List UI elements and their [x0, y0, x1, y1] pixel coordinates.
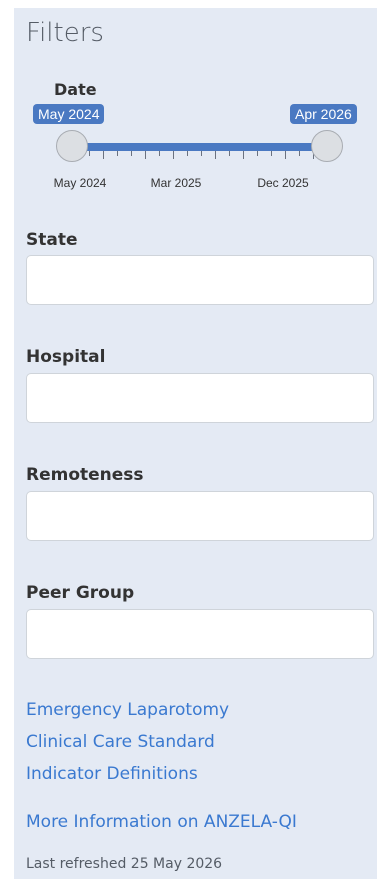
remoteness-label: Remoteness [26, 465, 144, 485]
anzela-qi-info-link[interactable]: More Information on ANZELA-QI [26, 812, 297, 832]
clinical-care-standard-link[interactable]: Clinical Care Standard [26, 732, 215, 752]
last-refreshed-text: Last refreshed 25 May 2026 [26, 856, 223, 872]
state-label: State [26, 230, 78, 250]
slider-tick [103, 151, 104, 159]
filters-title: Filters [26, 18, 104, 48]
slider-tick-label: Dec 2025 [257, 176, 309, 190]
slider-tick [117, 151, 118, 156]
slider-tick [187, 151, 188, 156]
slider-tick [229, 151, 230, 156]
slider-tick [243, 151, 244, 159]
date-start-handle[interactable] [56, 130, 88, 162]
slider-selected-range[interactable] [70, 143, 327, 151]
date-filter-label: Date [54, 80, 97, 99]
hospital-select[interactable] [26, 373, 374, 423]
emergency-laparotomy-link[interactable]: Emergency Laparotomy [26, 700, 229, 720]
slider-tick-label: May 2024 [53, 176, 107, 190]
indicator-definitions-link[interactable]: Indicator Definitions [26, 764, 198, 784]
slider-tick [173, 151, 174, 159]
slider-tick [131, 151, 132, 156]
state-select[interactable] [26, 255, 374, 305]
slider-tick [257, 151, 258, 156]
remoteness-select[interactable] [26, 491, 374, 541]
slider-tick [145, 151, 146, 159]
slider-tick [89, 151, 90, 156]
slider-tick-label: Mar 2025 [150, 176, 202, 190]
slider-tick [299, 151, 300, 156]
slider-tick [215, 151, 216, 159]
date-end-handle[interactable] [311, 130, 343, 162]
peer-group-label: Peer Group [26, 583, 135, 603]
date-range-slider[interactable]: May 2024 Apr 2026 May 2024 Mar 2025 Dec … [0, 104, 377, 194]
slider-tick [285, 151, 286, 159]
date-start-value: May 2024 [33, 104, 105, 124]
peer-group-select[interactable] [26, 609, 374, 659]
slider-tick [201, 151, 202, 156]
hospital-label: Hospital [26, 347, 106, 367]
slider-tick [271, 151, 272, 156]
date-end-value: Apr 2026 [290, 104, 357, 124]
slider-tick [159, 151, 160, 156]
